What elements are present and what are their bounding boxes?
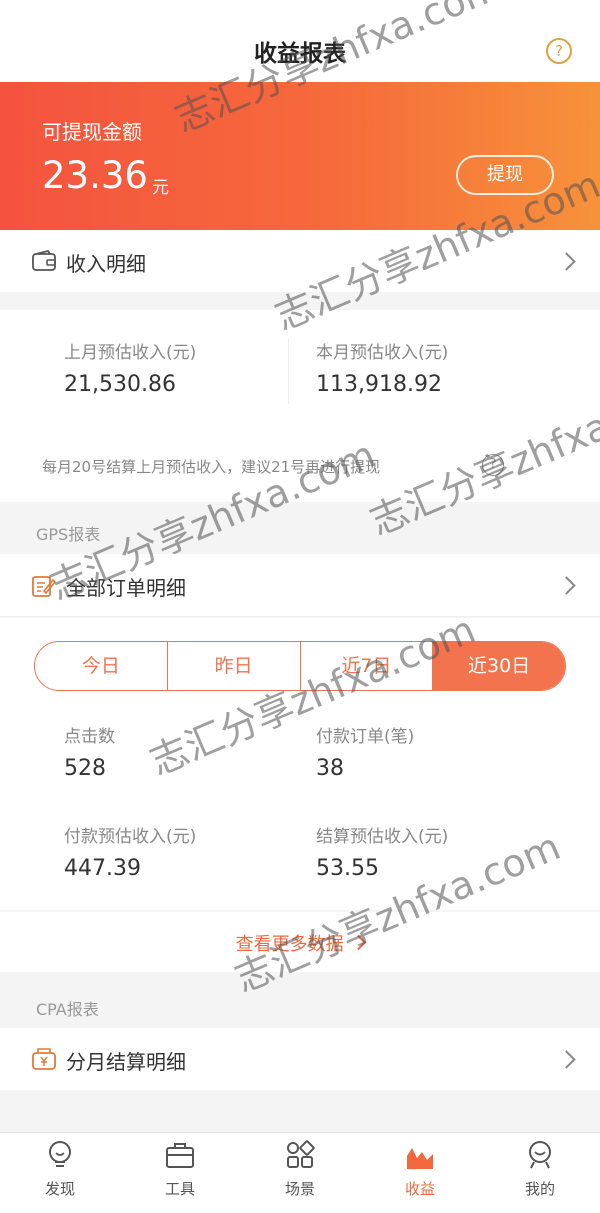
tab-discover[interactable]: 发现 xyxy=(0,1140,120,1199)
tab-earnings[interactable]: 收益 xyxy=(360,1140,480,1199)
user-icon xyxy=(529,1141,551,1169)
period-7-days[interactable]: 近7日 xyxy=(301,642,434,690)
tab-scenes-label: 场景 xyxy=(284,1180,315,1198)
this-month-value: 113,918.92 xyxy=(316,372,442,397)
chevron-right-icon xyxy=(557,252,576,271)
clicks-value: 528 xyxy=(64,756,106,781)
estimate-panel: 上月预估收入(元) 21,530.86 本月预估收入(元) 113,918.92… xyxy=(0,310,600,502)
tab-scenes[interactable]: 场景 xyxy=(240,1140,360,1199)
chart-icon xyxy=(407,1148,433,1169)
more-data-row[interactable]: 查看更多数据 xyxy=(0,912,600,972)
settlement-note: 每月20号结算上月预估收入，建议21号再进行提现 xyxy=(42,458,381,476)
cpa-section-label: CPA报表 xyxy=(36,1000,99,1019)
all-orders-row[interactable]: 全部订单明细 xyxy=(0,554,600,617)
balance-amount: 23.36 xyxy=(42,154,148,197)
period-today[interactable]: 今日 xyxy=(35,642,168,690)
balance-label: 可提现金额 xyxy=(42,120,142,144)
last-month-label: 上月预估收入(元) xyxy=(64,343,197,363)
help-icon[interactable]: ? xyxy=(546,38,572,64)
income-detail-label: 收入明细 xyxy=(66,252,146,276)
paid-income-label: 付款预估收入(元) xyxy=(64,827,197,847)
income-detail-row[interactable]: 收入明细 xyxy=(0,230,600,292)
wallet-icon xyxy=(32,250,56,271)
clicks-label: 点击数 xyxy=(64,727,115,747)
monthly-settlement-label: 分月结算明细 xyxy=(66,1050,186,1074)
period-30-days[interactable]: 近30日 xyxy=(433,642,565,690)
all-orders-label: 全部订单明细 xyxy=(66,576,186,600)
money-bag-icon xyxy=(32,1048,56,1070)
period-yesterday[interactable]: 昨日 xyxy=(168,642,301,690)
page-title: 收益报表 xyxy=(254,41,346,67)
tab-tools-label: 工具 xyxy=(164,1180,195,1198)
paid-income-value: 447.39 xyxy=(64,856,141,881)
settled-income-value: 53.55 xyxy=(316,856,379,881)
tab-earnings-label: 收益 xyxy=(404,1180,435,1198)
tab-profile-label: 我的 xyxy=(524,1180,555,1198)
chevron-right-icon xyxy=(351,934,367,951)
monthly-settlement-row[interactable]: 分月结算明细 xyxy=(0,1028,600,1090)
gps-section-label: GPS报表 xyxy=(36,525,101,544)
this-month-label: 本月预估收入(元) xyxy=(316,343,449,363)
order-edit-icon xyxy=(32,576,56,597)
balance-unit: 元 xyxy=(152,178,169,198)
question-icon[interactable]: ? xyxy=(482,454,504,476)
tab-tools[interactable]: 工具 xyxy=(120,1140,240,1199)
grid-icon xyxy=(287,1140,315,1168)
chevron-right-icon xyxy=(557,576,576,595)
divider xyxy=(288,338,289,404)
more-data-link[interactable]: 查看更多数据 xyxy=(236,934,344,955)
settled-income-label: 结算预估收入(元) xyxy=(316,827,449,847)
tab-profile[interactable]: 我的 xyxy=(480,1140,600,1199)
period-selector: 今日 昨日 近7日 近30日 xyxy=(34,641,566,691)
tab-discover-label: 发现 xyxy=(44,1180,75,1198)
withdraw-button[interactable]: 提现 xyxy=(456,155,554,195)
toolbox-icon xyxy=(166,1143,194,1168)
last-month-value: 21,530.86 xyxy=(64,372,176,397)
paid-orders-label: 付款订单(笔) xyxy=(316,727,415,747)
paid-orders-value: 38 xyxy=(316,756,344,781)
chevron-right-icon xyxy=(557,1050,576,1069)
lightbulb-icon xyxy=(49,1141,71,1167)
